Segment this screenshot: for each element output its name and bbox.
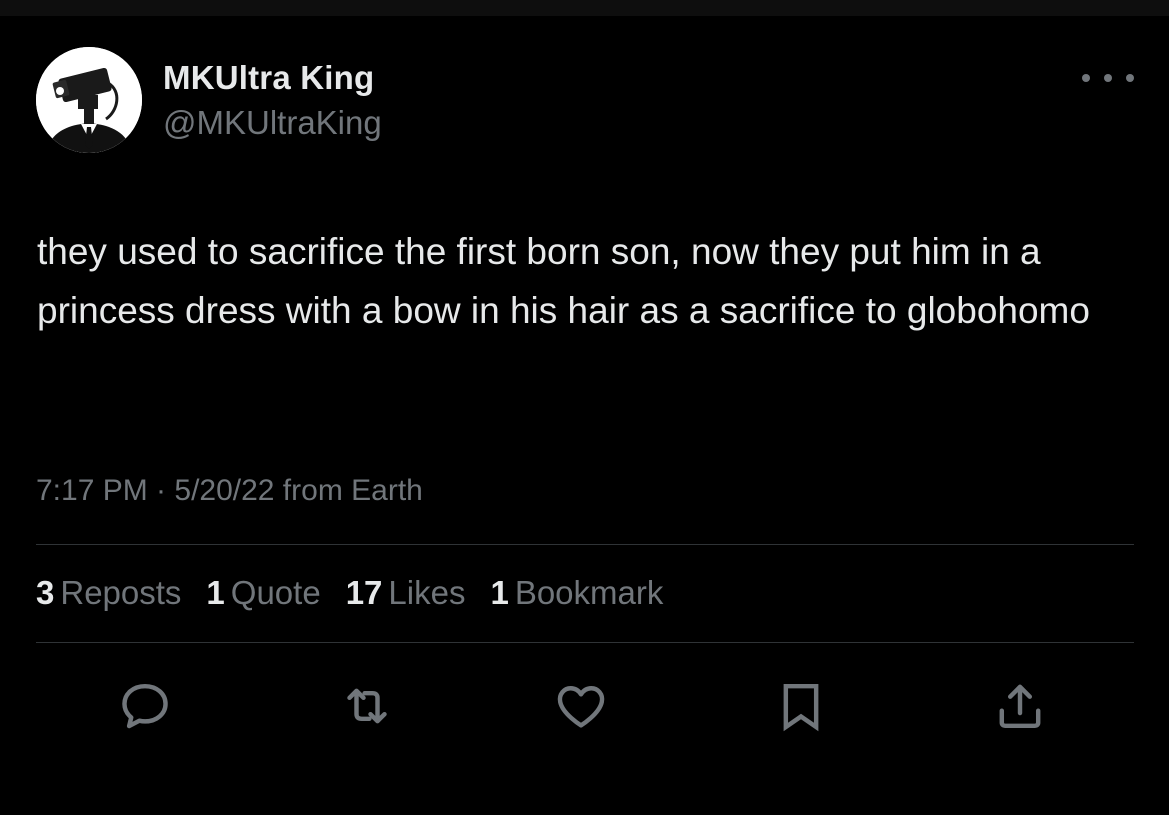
- likes-stat[interactable]: 17 Likes: [346, 574, 466, 612]
- likes-label: Likes: [388, 574, 466, 611]
- bookmarks-count: 1: [490, 574, 509, 611]
- quotes-label: Quote: [230, 574, 321, 611]
- divider-bottom: [36, 642, 1134, 643]
- divider-top: [36, 544, 1134, 545]
- engagement-stats: 3 Reposts 1 Quote 17 Likes 1 Bookmark: [36, 574, 688, 614]
- reply-icon: [122, 683, 168, 729]
- likes-count: 17: [345, 574, 383, 611]
- reply-button[interactable]: [115, 676, 175, 736]
- like-icon: [557, 686, 605, 728]
- more-dot-icon: [1104, 74, 1112, 82]
- tweet-timestamp[interactable]: 7:17 PM · 5/20/22 from Earth: [36, 474, 423, 508]
- quotes-count: 1: [206, 574, 225, 611]
- tweet: MKUltra King @MKUltraKing they used to s…: [0, 16, 1169, 815]
- share-button[interactable]: [990, 676, 1050, 736]
- top-status-strip: [0, 0, 1169, 16]
- quotes-stat[interactable]: 1 Quote: [206, 574, 320, 612]
- more-dot-icon: [1082, 74, 1090, 82]
- share-icon: [999, 684, 1041, 729]
- repost-button[interactable]: [337, 676, 397, 736]
- reposts-stat[interactable]: 3 Reposts: [36, 574, 181, 612]
- bookmarks-stat[interactable]: 1 Bookmark: [490, 574, 663, 612]
- bookmark-button[interactable]: [771, 676, 831, 736]
- more-dot-icon: [1126, 74, 1134, 82]
- reposts-label: Reposts: [60, 574, 182, 611]
- action-bar: [0, 676, 1169, 736]
- bookmarks-label: Bookmark: [514, 574, 664, 611]
- tweet-text: they used to sacrifice the first born so…: [37, 231, 1090, 331]
- repost-icon: [347, 688, 387, 724]
- bookmark-icon: [783, 683, 819, 732]
- avatar[interactable]: [36, 47, 142, 153]
- reposts-count: 3: [36, 574, 55, 611]
- more-options-button[interactable]: [1082, 66, 1134, 90]
- like-button[interactable]: [551, 676, 611, 736]
- author-handle[interactable]: @MKUltraKing: [163, 104, 382, 142]
- author-display-name[interactable]: MKUltra King: [163, 59, 374, 97]
- avatar-image: [36, 47, 142, 153]
